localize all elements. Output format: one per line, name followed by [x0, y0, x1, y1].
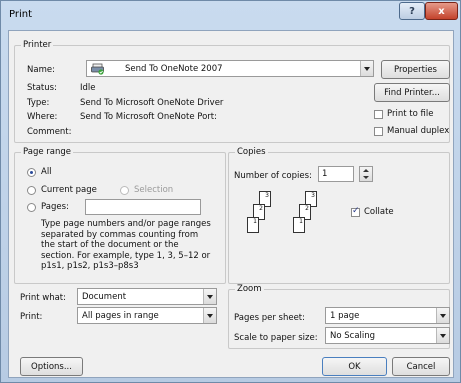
all-radio[interactable]	[27, 168, 36, 177]
print-what-select[interactable]: Document	[77, 288, 217, 305]
zoom-group-title: Zoom	[235, 284, 264, 294]
printer-name-value: Send To OneNote 2007	[125, 64, 223, 74]
printer-name-select[interactable]: Send To OneNote 2007	[86, 60, 374, 77]
spin-down-icon[interactable]	[363, 176, 369, 179]
pages-radio[interactable]	[27, 203, 36, 212]
number-of-copies-label: Number of copies:	[234, 171, 312, 181]
scale-to-paper-select[interactable]: No Scaling	[325, 327, 450, 344]
copies-group-title: Copies	[235, 147, 268, 157]
page-icon: 1	[247, 217, 259, 233]
cancel-label: Cancel	[406, 361, 436, 372]
page-icon: 1	[293, 217, 305, 233]
chevron-down-icon	[436, 308, 449, 323]
copies-input[interactable]: 1	[318, 166, 354, 182]
onenote-printer-icon	[91, 63, 105, 75]
type-label: Type:	[27, 98, 50, 108]
pages-per-sheet-value: 1 page	[330, 311, 360, 321]
current-page-label[interactable]: Current page	[41, 185, 97, 195]
dialog-title: Print	[9, 9, 33, 20]
pages-label[interactable]: Pages:	[41, 202, 69, 212]
title-bar: Print ? x	[1, 1, 460, 29]
print-to-file-checkbox[interactable]	[374, 110, 383, 119]
find-printer-label: Find Printer...	[384, 87, 440, 98]
chevron-down-icon	[203, 289, 216, 304]
print-dialog: Print ? x Printer Name: Send To OneNote …	[0, 0, 461, 383]
options-label: Options...	[31, 361, 72, 372]
print-label: Print:	[20, 312, 43, 322]
comment-label: Comment:	[27, 127, 72, 137]
pages-per-sheet-label: Pages per sheet:	[234, 313, 306, 323]
where-value: Send To Microsoft OneNote Port:	[80, 112, 217, 122]
scale-to-paper-label: Scale to paper size:	[234, 333, 318, 343]
manual-duplex-label[interactable]: Manual duplex	[387, 126, 449, 136]
close-button[interactable]: x	[425, 2, 458, 20]
where-label: Where:	[27, 112, 58, 122]
selection-label[interactable]: Selection	[134, 185, 173, 195]
manual-duplex-checkbox[interactable]	[374, 127, 383, 136]
page-range-help-text: Type page numbers and/or page ranges sep…	[41, 219, 211, 271]
collate-illustration: 3 2 1 3 2 1	[235, 191, 345, 241]
cancel-button[interactable]: Cancel	[392, 357, 450, 376]
find-printer-button[interactable]: Find Printer...	[374, 83, 450, 102]
page-range-group-title: Page range	[21, 147, 73, 157]
print-select[interactable]: All pages in range	[77, 307, 217, 324]
copies-value: 1	[322, 169, 328, 179]
properties-label: Properties	[394, 64, 437, 75]
spin-up-icon[interactable]	[363, 169, 369, 172]
ok-button[interactable]: OK	[322, 357, 387, 376]
print-to-file-label[interactable]: Print to file	[387, 109, 433, 119]
print-what-value: Document	[82, 292, 127, 302]
chevron-down-icon	[203, 308, 216, 323]
status-value: Idle	[80, 83, 96, 93]
scale-to-paper-value: No Scaling	[330, 331, 376, 341]
collate-checkbox[interactable]	[351, 206, 360, 217]
printer-name-label: Name:	[27, 65, 55, 75]
properties-button[interactable]: Properties	[381, 60, 450, 79]
current-page-radio[interactable]	[27, 186, 36, 195]
ok-label: OK	[348, 361, 361, 372]
pages-per-sheet-select[interactable]: 1 page	[325, 307, 450, 324]
collate-label[interactable]: Collate	[364, 207, 394, 217]
options-button[interactable]: Options...	[20, 357, 83, 376]
chevron-down-icon	[360, 61, 373, 76]
print-value: All pages in range	[82, 311, 159, 321]
type-value: Send To Microsoft OneNote Driver	[80, 98, 224, 108]
help-button[interactable]: ?	[399, 2, 425, 20]
dialog-body: Printer Name: Send To OneNote 2007 Prope…	[8, 30, 454, 378]
selection-radio[interactable]	[120, 186, 129, 195]
pages-input[interactable]	[85, 199, 201, 215]
copies-spinner[interactable]	[359, 166, 373, 182]
all-label[interactable]: All	[41, 167, 52, 177]
status-label: Status:	[27, 83, 57, 93]
print-what-label: Print what:	[20, 293, 66, 303]
printer-group-title: Printer	[21, 40, 54, 50]
chevron-down-icon	[436, 328, 449, 343]
